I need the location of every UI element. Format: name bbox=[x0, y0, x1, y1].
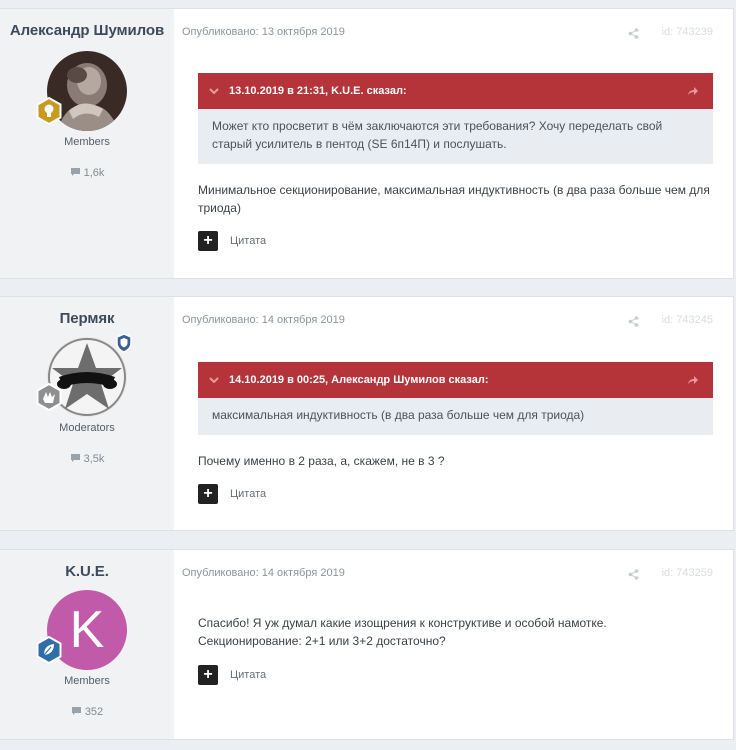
post-text-line: Секционирование: 2+1 или 3+2 достаточно? bbox=[198, 634, 446, 648]
goto-quote-icon[interactable] bbox=[687, 375, 699, 385]
avatar-container bbox=[36, 51, 127, 131]
chevron-down-icon[interactable] bbox=[209, 377, 219, 383]
author-panel: Александр Шумилов Members 1,6k bbox=[0, 9, 174, 278]
quote-block: 14.10.2019 в 00:25, Александр Шумилов ск… bbox=[198, 362, 713, 435]
share-icon[interactable] bbox=[628, 569, 639, 580]
post-743259: K.U.E. K Members 352 Опубликовано: 14 ок… bbox=[0, 549, 734, 740]
comment-icon bbox=[70, 454, 80, 462]
post-count-value: 352 bbox=[84, 706, 104, 718]
post-content: Опубликовано: 14 октября 2019 id: 743259… bbox=[174, 550, 733, 739]
quote-body: максимальная индуктивность (в два раза б… bbox=[212, 408, 585, 422]
share-icon[interactable] bbox=[628, 28, 639, 39]
post-actions: + Цитата bbox=[198, 665, 266, 685]
author-group: Moderators bbox=[59, 422, 115, 434]
multiquote-button[interactable]: + bbox=[198, 665, 218, 685]
author-name[interactable]: K.U.E. bbox=[0, 563, 174, 580]
quote-button[interactable]: Цитата bbox=[230, 669, 266, 681]
quote-header-text: 13.10.2019 в 21:31, K.U.E. сказал: bbox=[229, 85, 407, 97]
post-content: Опубликовано: 13 октября 2019 id: 743239… bbox=[174, 9, 733, 278]
post-content: Опубликовано: 14 октября 2019 id: 743245… bbox=[174, 297, 733, 530]
post-id[interactable]: id: 743245 bbox=[662, 314, 713, 326]
post-count: 3,5k bbox=[0, 453, 174, 465]
moderator-shield-icon bbox=[115, 333, 133, 353]
multiquote-button[interactable]: + bbox=[198, 231, 218, 251]
quote-button[interactable]: Цитата bbox=[230, 488, 266, 500]
quote-button[interactable]: Цитата bbox=[230, 235, 266, 247]
quote-body: Может кто просветит в чём заключаются эт… bbox=[212, 119, 663, 151]
post-actions: + Цитата bbox=[198, 231, 266, 251]
rank-badge-icon bbox=[35, 635, 63, 665]
post-id[interactable]: id: 743239 bbox=[662, 26, 713, 38]
author-panel: K.U.E. K Members 352 bbox=[0, 550, 174, 739]
avatar-letter: K bbox=[69, 601, 105, 659]
avatar-container bbox=[36, 333, 132, 417]
post-text: Спасибо! Я уж думал какие изощрения к ко… bbox=[198, 614, 723, 650]
author-group: Members bbox=[64, 136, 110, 148]
post-text-line: Спасибо! Я уж думал какие изощрения к ко… bbox=[198, 616, 607, 630]
quote-header[interactable]: 13.10.2019 в 21:31, K.U.E. сказал: bbox=[198, 73, 713, 109]
quote-header-text: 14.10.2019 в 00:25, Александр Шумилов ск… bbox=[229, 374, 489, 386]
rank-badge-icon bbox=[35, 382, 63, 412]
comment-icon bbox=[71, 707, 81, 715]
author-name[interactable]: Александр Шумилов bbox=[0, 22, 174, 39]
chevron-down-icon[interactable] bbox=[209, 88, 219, 94]
published-date[interactable]: Опубликовано: 14 октября 2019 bbox=[182, 314, 345, 326]
comment-icon bbox=[70, 168, 80, 176]
share-icon[interactable] bbox=[628, 316, 639, 327]
post-743245: Пермяк Moderators 3,5k Опубликовано: 14 … bbox=[0, 296, 734, 531]
author-panel: Пермяк Moderators 3,5k bbox=[0, 297, 174, 530]
post-count: 1,6k bbox=[0, 167, 174, 179]
post-text: Минимальное секционирование, максимальна… bbox=[198, 183, 710, 215]
post-actions: + Цитата bbox=[198, 484, 266, 504]
multiquote-button[interactable]: + bbox=[198, 484, 218, 504]
post-743239: Александр Шумилов Members 1,6k Опубликов… bbox=[0, 8, 734, 279]
post-count-value: 3,5k bbox=[83, 453, 105, 465]
published-date[interactable]: Опубликовано: 14 октября 2019 bbox=[182, 567, 345, 579]
quote-block: 13.10.2019 в 21:31, K.U.E. сказал: Может… bbox=[198, 73, 713, 164]
quote-header[interactable]: 14.10.2019 в 00:25, Александр Шумилов ск… bbox=[198, 362, 713, 398]
post-text: Почему именно в 2 раза, а, скажем, не в … bbox=[198, 454, 445, 468]
rank-badge-icon bbox=[35, 96, 63, 126]
avatar-container: K bbox=[36, 590, 127, 670]
published-date[interactable]: Опубликовано: 13 октября 2019 bbox=[182, 26, 345, 38]
post-id[interactable]: id: 743259 bbox=[662, 567, 713, 579]
post-count-value: 1,6k bbox=[83, 167, 105, 179]
author-name[interactable]: Пермяк bbox=[0, 310, 174, 327]
author-group: Members bbox=[64, 675, 110, 687]
goto-quote-icon[interactable] bbox=[687, 86, 699, 96]
post-count: 352 bbox=[0, 706, 174, 718]
